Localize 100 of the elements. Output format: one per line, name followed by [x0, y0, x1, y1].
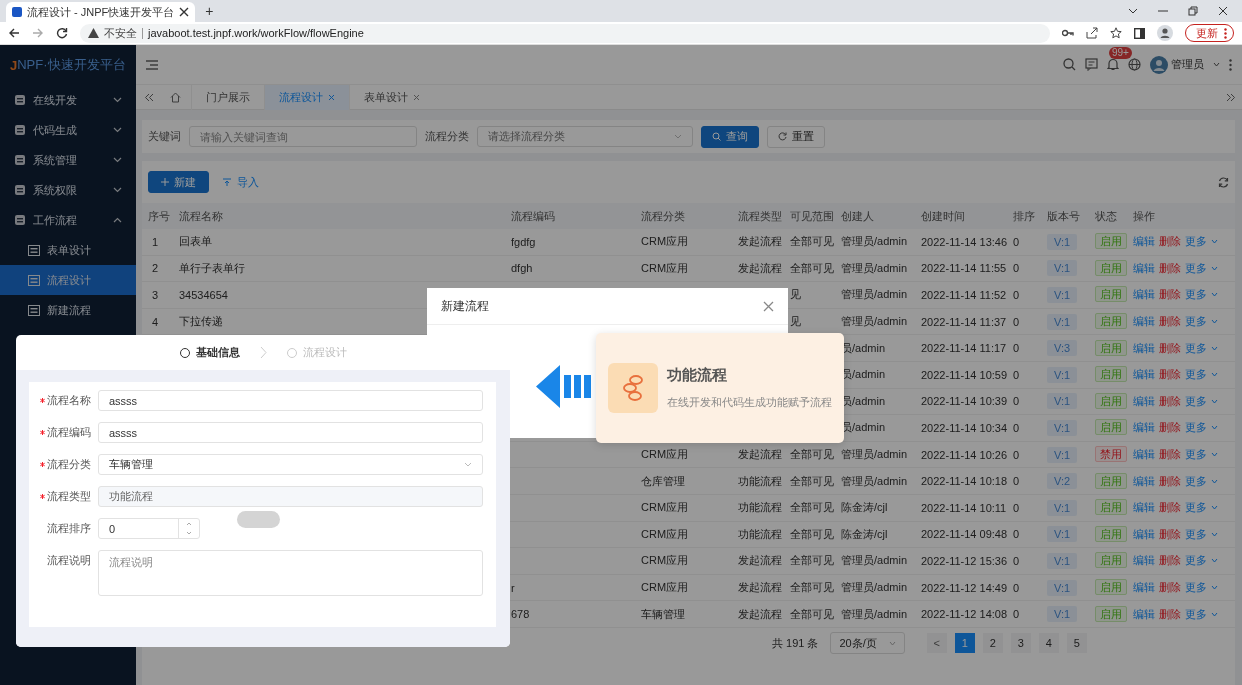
action-link[interactable]: 更多 [1185, 447, 1207, 463]
action-link[interactable]: 删除 [1159, 393, 1181, 409]
close-icon[interactable] [1218, 6, 1228, 16]
action-link[interactable]: 编辑 [1133, 234, 1155, 250]
import-button[interactable]: 导入 [217, 173, 265, 191]
text-field[interactable]: assss [98, 422, 483, 443]
update-button[interactable]: 更新 [1185, 24, 1234, 42]
action-link[interactable]: 编辑 [1133, 260, 1155, 276]
action-link[interactable]: 更多 [1185, 606, 1207, 622]
previous-page-button[interactable]: < [926, 633, 947, 653]
chevron-down-icon[interactable] [1128, 8, 1138, 14]
category-select[interactable]: 请选择流程分类 [477, 126, 693, 147]
menu-icon[interactable] [146, 59, 158, 70]
new-button[interactable]: 新建 [148, 171, 209, 193]
action-link[interactable]: 更多 [1185, 260, 1207, 276]
sidebar-item[interactable]: 系统权限 [0, 175, 136, 205]
home-icon[interactable] [170, 91, 181, 103]
key-icon[interactable] [1062, 29, 1074, 37]
message-icon[interactable] [1085, 58, 1098, 71]
action-link[interactable]: 更多 [1185, 580, 1207, 595]
action-link[interactable]: 更多 [1185, 340, 1207, 356]
action-link[interactable]: 删除 [1159, 287, 1181, 303]
close-icon[interactable] [179, 7, 190, 17]
action-link[interactable]: 删除 [1159, 367, 1181, 383]
action-link[interactable]: 删除 [1159, 473, 1181, 489]
action-link[interactable]: 编辑 [1133, 553, 1155, 569]
action-link[interactable]: 删除 [1159, 580, 1181, 595]
reload-icon[interactable] [56, 27, 68, 39]
action-link[interactable]: 删除 [1159, 526, 1181, 542]
action-link[interactable]: 删除 [1159, 420, 1181, 436]
sidebar-item[interactable]: 在线开发 [0, 85, 136, 115]
action-link[interactable]: 编辑 [1133, 393, 1155, 409]
action-link[interactable]: 删除 [1159, 500, 1181, 516]
action-link[interactable]: 更多 [1185, 393, 1207, 409]
page-button[interactable]: 4 [1038, 633, 1059, 653]
user-name[interactable]: 管理员 [1171, 57, 1204, 72]
action-link[interactable]: 编辑 [1133, 447, 1155, 463]
side-panel-icon[interactable] [1134, 27, 1145, 39]
action-link[interactable]: 删除 [1159, 234, 1181, 250]
action-link[interactable]: 删除 [1159, 260, 1181, 276]
page-button[interactable]: 2 [982, 633, 1003, 653]
number-field[interactable]: 0 [98, 518, 200, 539]
up-icon[interactable] [186, 521, 192, 526]
select-field[interactable]: 车辆管理 [98, 454, 483, 475]
back-icon[interactable] [8, 27, 20, 39]
avatar[interactable] [1150, 55, 1168, 74]
page-button[interactable]: 3 [1010, 633, 1031, 653]
sidebar-subitem[interactable]: 流程设计 [0, 265, 136, 295]
keyword-field[interactable]: 请输入关键词查询 [189, 126, 417, 147]
sidebar-subitem[interactable]: 表单设计 [0, 235, 136, 265]
share-icon[interactable] [1086, 27, 1098, 39]
new-tab-button[interactable]: + [205, 3, 214, 19]
action-link[interactable]: 更多 [1185, 287, 1207, 303]
bell-icon[interactable] [1107, 58, 1119, 71]
search-icon[interactable] [1063, 58, 1076, 71]
action-link[interactable]: 更多 [1185, 500, 1207, 516]
action-link[interactable]: 编辑 [1133, 314, 1155, 330]
page-button[interactable]: 5 [1066, 633, 1087, 653]
flow-type-card[interactable]: 功能流程 在线开发和代码生成功能赋予流程 [596, 333, 844, 443]
sidebar-item[interactable]: 工作流程 [0, 205, 136, 235]
page-button[interactable]: 1 [954, 633, 975, 653]
action-link[interactable]: 删除 [1159, 606, 1181, 622]
action-link[interactable]: 编辑 [1133, 580, 1155, 595]
action-link[interactable]: 编辑 [1133, 340, 1155, 356]
action-link[interactable]: 更多 [1185, 234, 1207, 250]
more-icon[interactable] [1224, 27, 1227, 39]
forward-icon[interactable] [32, 27, 44, 39]
action-link[interactable]: 编辑 [1133, 420, 1155, 436]
action-link[interactable]: 编辑 [1133, 606, 1155, 622]
action-link[interactable]: 更多 [1185, 526, 1207, 542]
globe-icon[interactable] [1128, 58, 1141, 71]
sidebar-subitem[interactable]: 新建流程 [0, 295, 136, 325]
description-field[interactable]: 流程说明 [98, 550, 483, 596]
page-size-select[interactable]: 20条/页 [830, 632, 905, 654]
action-link[interactable]: 更多 [1185, 314, 1207, 330]
query-button[interactable]: 查询 [701, 125, 759, 148]
step[interactable]: 流程设计 [286, 345, 347, 360]
action-link[interactable]: 编辑 [1133, 473, 1155, 489]
down-icon[interactable] [186, 531, 192, 536]
sidebar-item[interactable]: 系统管理 [0, 145, 136, 175]
action-link[interactable]: 编辑 [1133, 367, 1155, 383]
page-tab[interactable]: 流程设计 [264, 84, 349, 110]
scroll-right-icon[interactable] [1226, 92, 1236, 102]
action-link[interactable]: 删除 [1159, 314, 1181, 330]
sidebar-item[interactable]: 代码生成 [0, 115, 136, 145]
action-link[interactable]: 删除 [1159, 340, 1181, 356]
action-link[interactable]: 更多 [1185, 473, 1207, 489]
action-link[interactable]: 更多 [1185, 553, 1207, 569]
more-icon[interactable] [1229, 58, 1232, 71]
page-tab[interactable]: 表单设计 [349, 84, 434, 110]
star-icon[interactable] [1110, 27, 1122, 39]
action-link[interactable]: 更多 [1185, 420, 1207, 436]
restore-icon[interactable] [1188, 6, 1198, 16]
action-link[interactable]: 更多 [1185, 367, 1207, 383]
address-field[interactable]: 不安全 javaboot.test.jnpf.work/workFlow/flowEngine [80, 23, 1050, 43]
step[interactable]: 基础信息 [179, 345, 240, 360]
action-link[interactable]: 编辑 [1133, 287, 1155, 303]
profile-icon[interactable] [1157, 25, 1173, 41]
action-link[interactable]: 删除 [1159, 553, 1181, 569]
text-field[interactable]: assss [98, 390, 483, 411]
